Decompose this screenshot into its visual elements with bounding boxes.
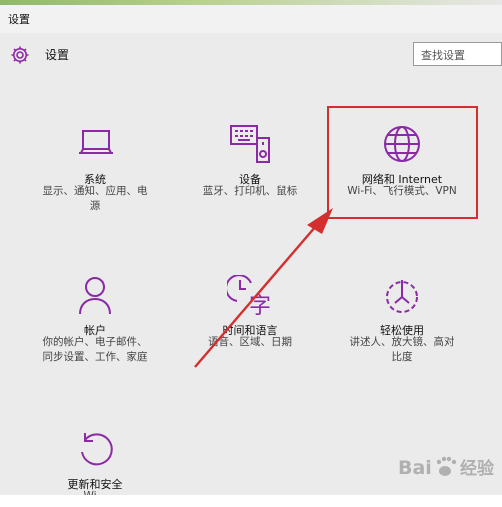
svg-text:Bai: Bai bbox=[398, 457, 432, 479]
paw-logo-icon: Bai 经验 bbox=[398, 456, 495, 479]
svg-text:经验: 经验 bbox=[460, 458, 495, 479]
annotation-arrow bbox=[194, 208, 333, 368]
bottom-bar bbox=[0, 495, 502, 507]
baidu-jingyan-watermark: Bai 经验 bbox=[380, 445, 502, 485]
settings-window: 设置 设置 查找设置 系统 显示、通知、应用、电 源 设备 蓝牙、打印机、鼠标 … bbox=[0, 0, 502, 507]
